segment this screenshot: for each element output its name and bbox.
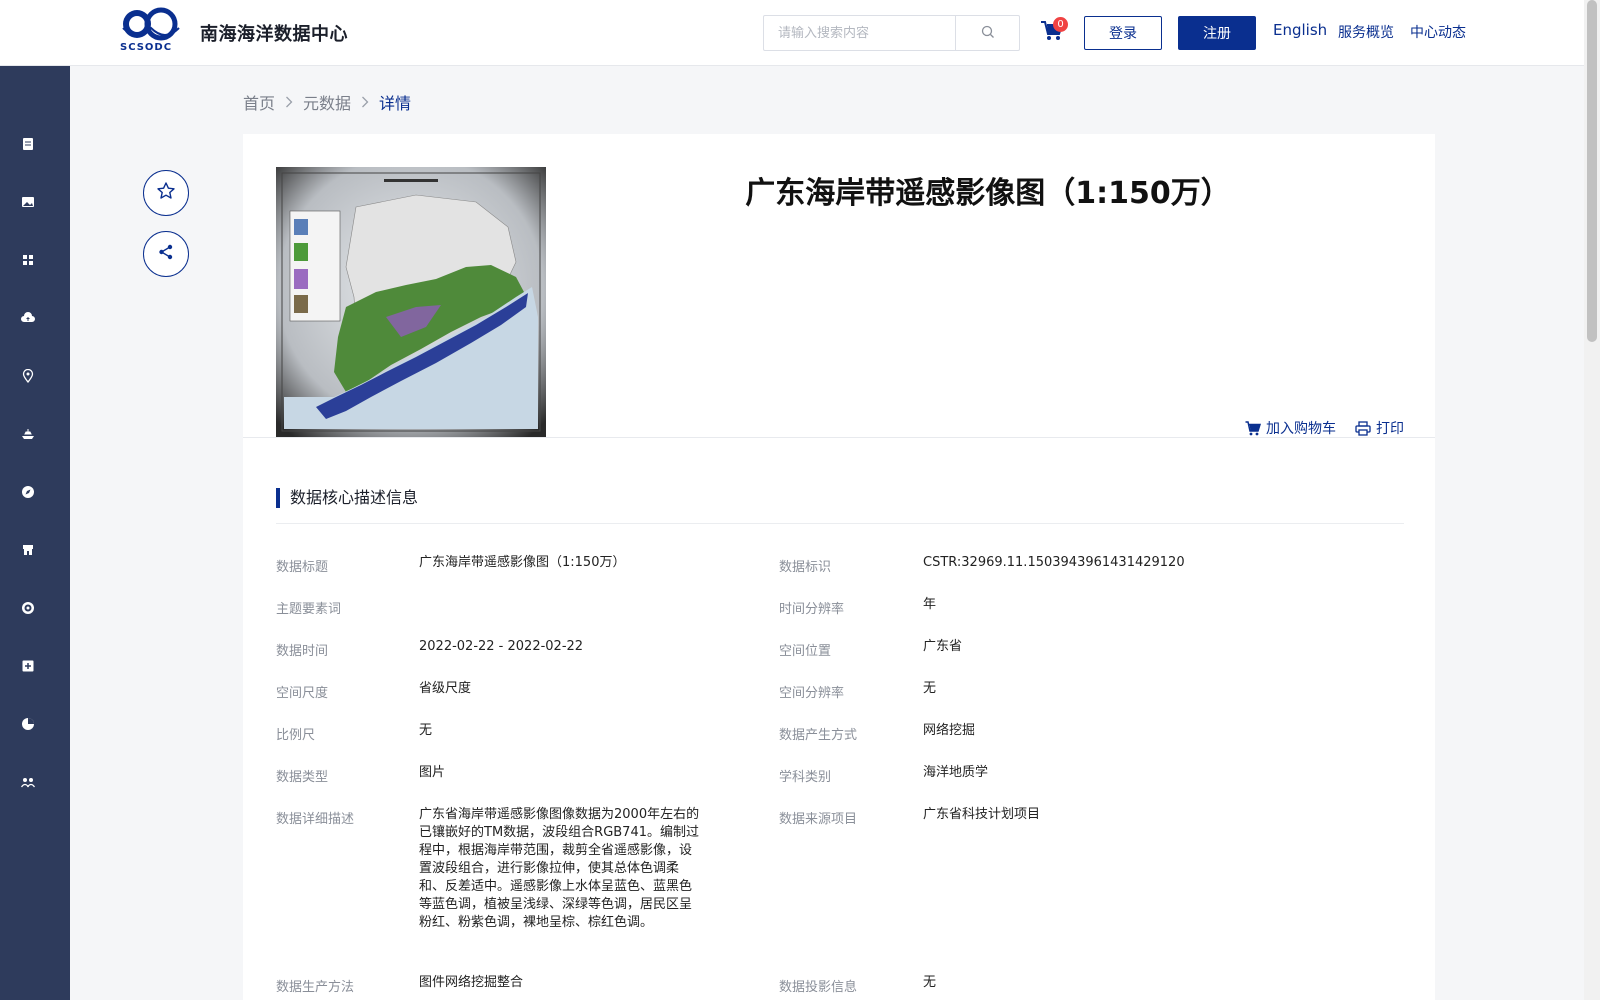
field-value-id: CSTR:32969.11.1503943961431429120 (923, 555, 1185, 570)
cart-icon (1245, 420, 1261, 436)
left-sidebar (0, 66, 70, 1000)
english-link[interactable]: English (1273, 21, 1327, 39)
ship-icon[interactable] (21, 426, 35, 440)
print-button[interactable]: 打印 (1355, 418, 1404, 438)
page-scrollbar[interactable] (1584, 0, 1600, 1000)
site-logo[interactable]: SCSODC (119, 6, 181, 54)
field-value-title: 广东海岸带遥感影像图（1:150万） (419, 555, 626, 570)
field-label-project: 数据来源项目 (779, 812, 858, 827)
breadcrumb-metadata[interactable]: 元数据 (303, 90, 351, 114)
breadcrumb-home[interactable]: 首页 (243, 90, 275, 114)
field-label-id: 数据标识 (779, 560, 832, 575)
breadcrumb-current: 详情 (379, 94, 412, 113)
field-label-method: 数据产生方式 (779, 728, 858, 743)
field-label-type: 数据类型 (276, 770, 329, 785)
field-label-subject: 学科类别 (779, 770, 832, 785)
field-label-keywords: 主题要素词 (276, 602, 342, 617)
team-icon[interactable] (20, 774, 36, 788)
search-button[interactable] (955, 16, 1019, 50)
cloud-upload-icon[interactable] (21, 310, 35, 324)
print-label: 打印 (1376, 421, 1404, 437)
field-value-location: 广东省 (923, 639, 963, 654)
image-icon[interactable] (21, 194, 35, 208)
location-pin-icon[interactable] (21, 368, 35, 384)
field-value-time: 2022-02-22 - 2022-02-22 (419, 639, 584, 654)
grid-icon[interactable] (21, 252, 35, 266)
dataset-thumbnail[interactable] (276, 167, 546, 437)
search-icon (981, 24, 995, 43)
field-value-subject: 海洋地质学 (923, 765, 989, 780)
top-header: SCSODC 南海海洋数据中心 0 登录 注册 English 服务概览 中心动… (0, 0, 1584, 66)
divider (243, 437, 1435, 438)
target-icon[interactable] (21, 600, 35, 614)
logo-text: SCSODC (120, 42, 173, 53)
dataset-title: 广东海岸带遥感影像图（1:150万） (745, 176, 1231, 211)
field-label-description: 数据详细描述 (276, 812, 355, 827)
field-value-spatial-scale: 省级尺度 (419, 681, 472, 696)
document-icon[interactable] (21, 136, 35, 150)
register-button[interactable]: 注册 (1178, 16, 1256, 50)
divider (276, 523, 1404, 524)
search-box (763, 15, 1020, 51)
breadcrumb: 首页 元数据 详情 (243, 90, 411, 114)
field-value-ratio: 无 (419, 723, 433, 738)
field-value-description: 广东省海岸带遥感影像图像数据为2000年左右的已镶嵌好的TM数据，波段组合RGB… (419, 807, 700, 930)
add-box-icon[interactable] (21, 658, 35, 672)
add-to-cart-button[interactable]: 加入购物车 (1245, 418, 1336, 438)
field-label-time: 数据时间 (276, 644, 329, 659)
field-label-spatial-scale: 空间尺度 (276, 686, 329, 701)
detail-card: 广东海岸带遥感影像图（1:150万） 加入购物车 打印 数据核心描述信息 数据标… (243, 134, 1435, 1000)
chevron-right-icon (285, 96, 293, 108)
field-label-location: 空间位置 (779, 644, 832, 659)
field-value-type: 图片 (419, 765, 446, 780)
field-value-production: 图件网络挖掘整合 (419, 975, 524, 990)
store-icon[interactable] (21, 542, 35, 556)
field-label-ratio: 比例尺 (276, 728, 316, 743)
chevron-right-icon (361, 96, 369, 108)
section-title: 数据核心描述信息 (276, 488, 418, 508)
add-to-cart-label: 加入购物车 (1266, 421, 1336, 437)
printer-icon (1355, 420, 1371, 436)
field-label-spatial-resolution: 空间分辨率 (779, 686, 845, 701)
cart-count-badge: 0 (1053, 17, 1068, 32)
field-label-production: 数据生产方法 (276, 980, 355, 995)
favorite-button[interactable] (143, 170, 189, 216)
compass-icon[interactable] (21, 484, 35, 498)
field-value-spatial-resolution: 无 (923, 681, 937, 696)
cart-button[interactable]: 0 (1040, 17, 1068, 46)
field-label-time-resolution: 时间分辨率 (779, 602, 845, 617)
field-label-projection: 数据投影信息 (779, 980, 858, 995)
login-button[interactable]: 登录 (1084, 16, 1162, 50)
center-news-link[interactable]: 中心动态 (1410, 22, 1466, 42)
share-icon (157, 243, 175, 265)
site-title[interactable]: 南海海洋数据中心 (200, 20, 348, 46)
field-value-projection: 无 (923, 975, 937, 990)
search-input[interactable] (764, 16, 955, 50)
star-icon (156, 181, 176, 205)
field-value-method: 网络挖掘 (923, 723, 976, 738)
field-value-project: 广东省科技计划项目 (923, 807, 1041, 822)
share-button[interactable] (143, 231, 189, 277)
field-value-time-resolution: 年 (923, 597, 937, 612)
pie-chart-icon[interactable] (21, 716, 35, 730)
field-label-title: 数据标题 (276, 560, 329, 575)
services-overview-link[interactable]: 服务概览 (1338, 22, 1394, 42)
scrollbar-thumb[interactable] (1587, 0, 1597, 342)
